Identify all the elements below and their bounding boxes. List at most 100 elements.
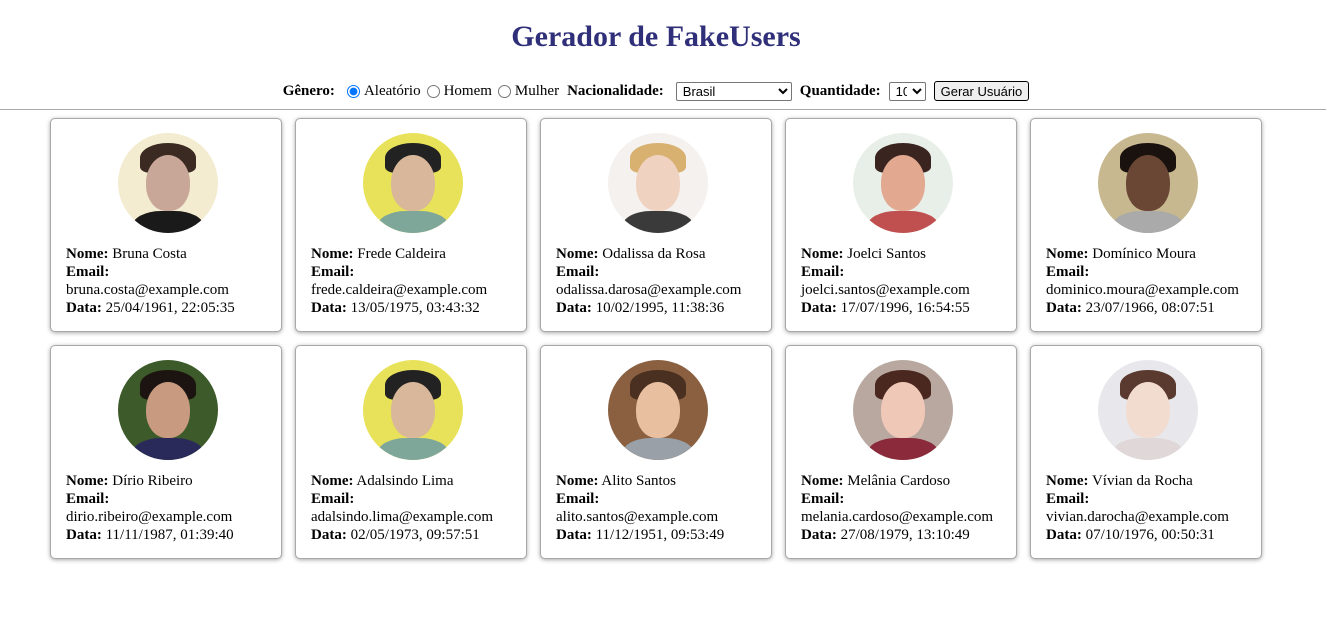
- user-card: Nome: Domínico Moura Email: dominico.mou…: [1030, 118, 1262, 332]
- email-label: Email:: [556, 264, 600, 280]
- gender-label: Gênero:: [282, 82, 335, 99]
- date-label: Data:: [556, 300, 592, 316]
- email-label: Email:: [311, 491, 355, 507]
- gender-option-label: Homem: [443, 82, 492, 99]
- user-card: Nome: Joelci Santos Email: joelci.santos…: [785, 118, 1017, 332]
- avatar-body: [131, 438, 204, 460]
- email-label: Email:: [1046, 264, 1090, 280]
- user-name: Joelci Santos: [847, 246, 926, 262]
- user-name: Bruna Costa: [112, 246, 187, 262]
- nationality-label: Nacionalidade:: [567, 82, 664, 99]
- user-card: Nome: Adalsindo Lima Email: adalsindo.li…: [295, 345, 527, 559]
- avatar-body: [866, 438, 939, 460]
- user-card: Nome: Odalissa da Rosa Email: odalissa.d…: [540, 118, 772, 332]
- user-card: Nome: Melânia Cardoso Email: melania.car…: [785, 345, 1017, 559]
- user-avatar: [362, 133, 463, 233]
- user-name: Domínico Moura: [1092, 246, 1196, 262]
- user-card: Nome: Bruna Costa Email: bruna.costa@exa…: [50, 118, 282, 332]
- avatar-body: [376, 211, 449, 233]
- date-label: Data:: [801, 527, 837, 543]
- user-info: Nome: Adalsindo Lima Email: adalsindo.li…: [311, 472, 514, 544]
- avatar-face: [390, 155, 435, 211]
- name-label: Nome:: [66, 473, 109, 489]
- user-email: joelci.santos@example.com: [801, 282, 970, 298]
- user-avatar: [362, 360, 463, 460]
- user-email: dominico.moura@example.com: [1046, 282, 1239, 298]
- user-info: Nome: Bruna Costa Email: bruna.costa@exa…: [66, 245, 269, 317]
- nationality-select[interactable]: Brasil: [675, 81, 792, 101]
- user-name: Alito Santos: [601, 473, 677, 489]
- avatar-face: [145, 155, 190, 211]
- user-card: Nome: Dírio Ribeiro Email: dirio.ribeiro…: [50, 345, 282, 559]
- user-email: melania.cardoso@example.com: [801, 509, 994, 525]
- user-info: Nome: Alito Santos Email: alito.santos@e…: [556, 472, 759, 544]
- user-info: Nome: Frede Caldeira Email: frede.caldei…: [311, 245, 514, 317]
- date-label: Data:: [1046, 527, 1082, 543]
- user-avatar: [852, 133, 953, 233]
- user-info: Nome: Odalissa da Rosa Email: odalissa.d…: [556, 245, 759, 317]
- user-date: 13/05/1975, 03:43:32: [350, 300, 480, 316]
- user-date: 17/07/1996, 16:54:55: [840, 300, 970, 316]
- name-label: Nome:: [311, 246, 354, 262]
- user-email: alito.santos@example.com: [556, 509, 719, 525]
- gender-option-label: Aleatório: [363, 82, 421, 99]
- user-card: Nome: Vívian da Rocha Email: vivian.daro…: [1030, 345, 1262, 559]
- generate-user-button[interactable]: Gerar Usuário: [933, 81, 1030, 101]
- user-date: 23/07/1966, 08:07:51: [1085, 300, 1215, 316]
- avatar-face: [390, 382, 435, 438]
- avatar-body: [1111, 438, 1184, 460]
- user-date: 11/12/1951, 09:53:49: [595, 527, 725, 543]
- date-label: Data:: [311, 527, 347, 543]
- avatar-body: [131, 211, 204, 233]
- avatar-body: [621, 211, 694, 233]
- quantity-select[interactable]: 10: [888, 81, 926, 101]
- email-label: Email:: [801, 491, 845, 507]
- page-title: Gerador de FakeUsers: [511, 20, 801, 53]
- date-label: Data:: [66, 527, 102, 543]
- name-label: Nome:: [801, 473, 844, 489]
- user-email: frede.caldeira@example.com: [311, 282, 488, 298]
- avatar-face: [1125, 155, 1170, 211]
- email-label: Email:: [801, 264, 845, 280]
- name-label: Nome:: [556, 246, 599, 262]
- name-label: Nome:: [311, 473, 354, 489]
- user-email: odalissa.darosa@example.com: [556, 282, 742, 298]
- user-avatar: [1097, 133, 1198, 233]
- gender-radio-female[interactable]: [497, 84, 511, 98]
- user-email: bruna.costa@example.com: [66, 282, 229, 298]
- gender-radio-male[interactable]: [426, 84, 440, 98]
- user-name: Dírio Ribeiro: [112, 473, 193, 489]
- email-label: Email:: [1046, 491, 1090, 507]
- user-name: Adalsindo Lima: [356, 473, 454, 489]
- user-info: Nome: Joelci Santos Email: joelci.santos…: [801, 245, 1004, 317]
- user-name: Vívian da Rocha: [1091, 473, 1193, 489]
- name-label: Nome:: [1046, 246, 1089, 262]
- user-date: 07/10/1976, 00:50:31: [1085, 527, 1215, 543]
- user-date: 02/05/1973, 09:57:51: [350, 527, 480, 543]
- avatar-body: [1111, 211, 1184, 233]
- name-label: Nome:: [556, 473, 599, 489]
- user-date: 25/04/1961, 22:05:35: [105, 300, 235, 316]
- email-label: Email:: [311, 264, 355, 280]
- user-name: Frede Caldeira: [357, 246, 446, 262]
- date-label: Data:: [801, 300, 837, 316]
- controls-bar: Gênero: Aleatório Homem Mulher Nacionali…: [0, 80, 1312, 102]
- user-card-grid: Nome: Bruna Costa Email: bruna.costa@exa…: [50, 118, 1262, 559]
- user-date: 11/11/1987, 01:39:40: [105, 527, 234, 543]
- avatar-body: [866, 211, 939, 233]
- user-card: Nome: Alito Santos Email: alito.santos@e…: [540, 345, 772, 559]
- avatar-face: [145, 382, 190, 438]
- user-avatar: [117, 360, 218, 460]
- gender-option-male[interactable]: Homem: [426, 82, 492, 100]
- date-label: Data:: [1046, 300, 1082, 316]
- avatar-face: [635, 155, 680, 211]
- gender-radio-random[interactable]: [346, 84, 360, 98]
- gender-option-random[interactable]: Aleatório: [346, 82, 421, 100]
- user-avatar: [607, 360, 708, 460]
- user-name: Odalissa da Rosa: [602, 246, 706, 262]
- user-email: dirio.ribeiro@example.com: [66, 509, 233, 525]
- user-card: Nome: Frede Caldeira Email: frede.caldei…: [295, 118, 527, 332]
- avatar-body: [376, 438, 449, 460]
- gender-option-female[interactable]: Mulher: [497, 83, 559, 100]
- user-email: adalsindo.lima@example.com: [311, 509, 494, 525]
